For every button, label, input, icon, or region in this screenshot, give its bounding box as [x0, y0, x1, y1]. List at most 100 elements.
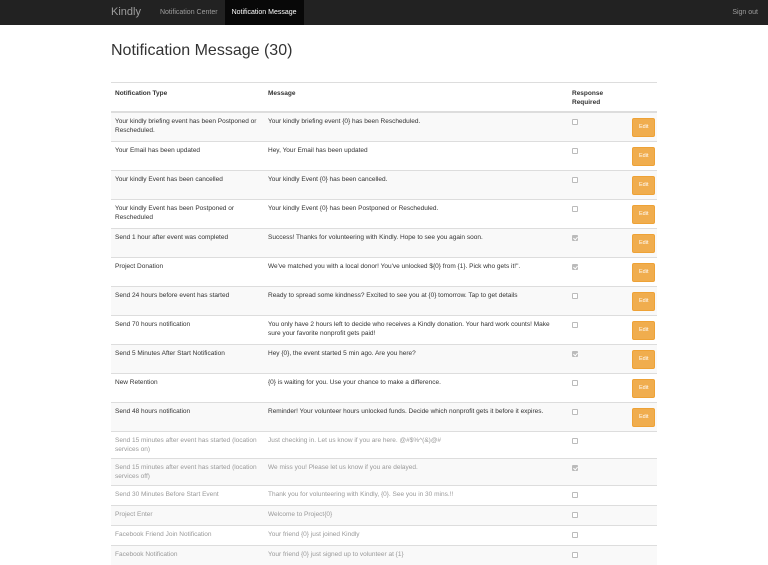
response-required-cell: [568, 459, 628, 486]
message-cell: Reminder! Your volunteer hours unlocked …: [264, 403, 568, 432]
response-required-checkbox[interactable]: [572, 351, 578, 357]
message-cell: Your friend {0} just joined Kindly: [264, 526, 568, 546]
message-cell: Success! Thanks for volunteering with Ki…: [264, 229, 568, 258]
response-required-checkbox[interactable]: [572, 235, 578, 241]
table-row: Your kindly briefing event has been Post…: [111, 112, 657, 142]
message-cell: {0} is waiting for you. Use your chance …: [264, 374, 568, 403]
notification-type-cell: Project Enter: [111, 506, 264, 526]
message-cell: Hey {0}, the event started 5 min ago. Ar…: [264, 345, 568, 374]
edit-button[interactable]: Edit: [632, 176, 655, 195]
response-required-checkbox[interactable]: [572, 438, 578, 444]
table-header-row: Notification Type Message Response Requi…: [111, 83, 657, 113]
actions-cell: [628, 546, 657, 565]
response-required-checkbox[interactable]: [572, 552, 578, 558]
notification-type-cell: Facebook Friend Join Notification: [111, 526, 264, 546]
edit-button[interactable]: Edit: [632, 263, 655, 282]
edit-button[interactable]: Edit: [632, 118, 655, 137]
response-required-checkbox[interactable]: [572, 322, 578, 328]
header-message: Message: [264, 83, 568, 113]
notification-type-cell: Your kindly Event has been cancelled: [111, 171, 264, 200]
message-cell: Your kindly Event {0} has been Postponed…: [264, 200, 568, 229]
message-cell: Your kindly Event {0} has been cancelled…: [264, 171, 568, 200]
table-row: Send 48 hours notificationReminder! Your…: [111, 403, 657, 432]
nav-notification-center[interactable]: Notification Center: [153, 0, 225, 25]
response-required-checkbox[interactable]: [572, 119, 578, 125]
response-required-cell: [568, 345, 628, 374]
header-actions: [628, 83, 657, 113]
notification-type-cell: Your kindly briefing event has been Post…: [111, 112, 264, 142]
actions-cell: Edit: [628, 171, 657, 200]
actions-cell: Edit: [628, 345, 657, 374]
edit-button[interactable]: Edit: [632, 147, 655, 166]
notification-table: Notification Type Message Response Requi…: [111, 82, 657, 565]
response-required-cell: [568, 526, 628, 546]
actions-cell: Edit: [628, 374, 657, 403]
table-row: Send 5 Minutes After Start NotificationH…: [111, 345, 657, 374]
edit-button[interactable]: Edit: [632, 234, 655, 253]
message-cell: Hey, Your Email has been updated: [264, 142, 568, 171]
sign-out-link[interactable]: Sign out: [732, 0, 758, 25]
header-response-required: Response Required: [568, 83, 628, 113]
response-required-cell: [568, 200, 628, 229]
table-row: Send 30 Minutes Before Start EventThank …: [111, 486, 657, 506]
response-required-cell: [568, 546, 628, 565]
notification-type-cell: Send 15 minutes after event has started …: [111, 432, 264, 459]
response-required-checkbox[interactable]: [572, 380, 578, 386]
table-row: Send 70 hours notificationYou only have …: [111, 316, 657, 345]
message-cell: Just checking in. Let us know if you are…: [264, 432, 568, 459]
edit-button[interactable]: Edit: [632, 321, 655, 340]
table-row: Send 15 minutes after event has started …: [111, 432, 657, 459]
table-body: Your kindly briefing event has been Post…: [111, 112, 657, 565]
response-required-cell: [568, 374, 628, 403]
actions-cell: Edit: [628, 403, 657, 432]
response-required-cell: [568, 506, 628, 526]
notification-table-container: Notification Type Message Response Requi…: [111, 82, 657, 565]
response-required-cell: [568, 403, 628, 432]
response-required-checkbox[interactable]: [572, 293, 578, 299]
header-notification-type: Notification Type: [111, 83, 264, 113]
response-required-checkbox[interactable]: [572, 492, 578, 498]
message-cell: Your kindly briefing event {0} has been …: [264, 112, 568, 142]
table-row: Project EnterWelcome to Project{0}: [111, 506, 657, 526]
table-row: Your Email has been updatedHey, Your Ema…: [111, 142, 657, 171]
actions-cell: [628, 459, 657, 486]
nav-notification-message[interactable]: Notification Message: [225, 0, 304, 25]
notification-type-cell: New Retention: [111, 374, 264, 403]
actions-cell: [628, 526, 657, 546]
message-cell: Your friend {0} just signed up to volunt…: [264, 546, 568, 565]
brand-logo[interactable]: Kindly: [0, 0, 153, 25]
table-row: Your kindly Event has been cancelledYour…: [111, 171, 657, 200]
message-cell: We've matched you with a local donor! Yo…: [264, 258, 568, 287]
response-required-checkbox[interactable]: [572, 532, 578, 538]
edit-button[interactable]: Edit: [632, 408, 655, 427]
edit-button[interactable]: Edit: [632, 350, 655, 369]
table-row: Send 1 hour after event was completedSuc…: [111, 229, 657, 258]
actions-cell: [628, 432, 657, 459]
notification-type-cell: Your kindly Event has been Postponed or …: [111, 200, 264, 229]
notification-type-cell: Send 48 hours notification: [111, 403, 264, 432]
response-required-checkbox[interactable]: [572, 512, 578, 518]
top-navbar: Kindly Notification Center Notification …: [0, 0, 768, 25]
response-required-checkbox[interactable]: [572, 409, 578, 415]
notification-type-cell: Send 70 hours notification: [111, 316, 264, 345]
response-required-cell: [568, 316, 628, 345]
response-required-checkbox[interactable]: [572, 206, 578, 212]
edit-button[interactable]: Edit: [632, 379, 655, 398]
response-required-cell: [568, 142, 628, 171]
response-required-checkbox[interactable]: [572, 177, 578, 183]
response-required-checkbox[interactable]: [572, 264, 578, 270]
message-cell: We miss you! Please let us know if you a…: [264, 459, 568, 486]
table-row: Send 15 minutes after event has started …: [111, 459, 657, 486]
response-required-checkbox[interactable]: [572, 148, 578, 154]
response-required-cell: [568, 171, 628, 200]
notification-type-cell: Send 30 Minutes Before Start Event: [111, 486, 264, 506]
response-required-cell: [568, 432, 628, 459]
actions-cell: Edit: [628, 200, 657, 229]
response-required-checkbox[interactable]: [572, 465, 578, 471]
actions-cell: Edit: [628, 112, 657, 142]
edit-button[interactable]: Edit: [632, 292, 655, 311]
page-title: Notification Message (30): [111, 42, 292, 60]
edit-button[interactable]: Edit: [632, 205, 655, 224]
actions-cell: Edit: [628, 229, 657, 258]
response-required-cell: [568, 486, 628, 506]
